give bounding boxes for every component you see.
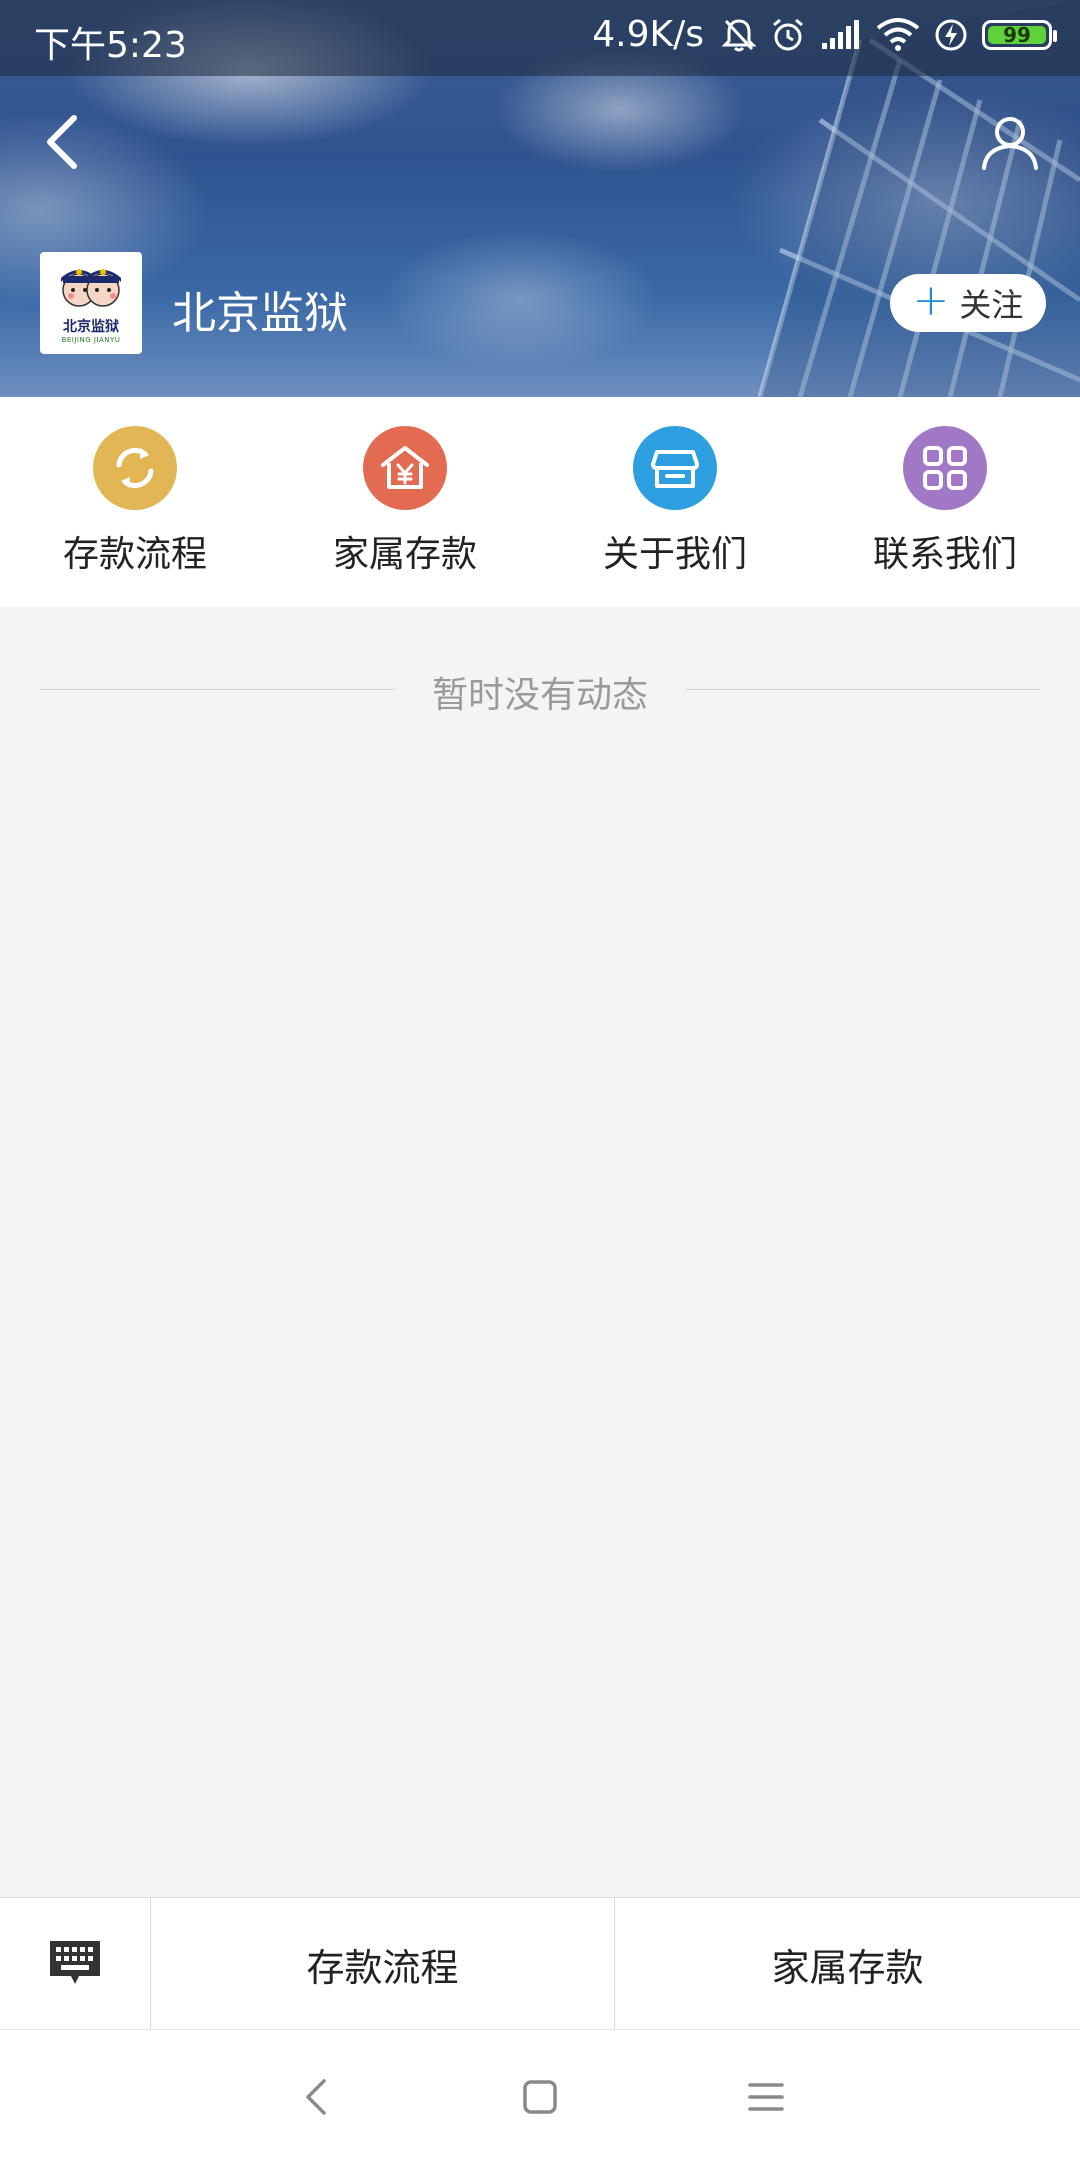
follow-label: 关注: [959, 286, 1024, 324]
keyboard-toggle-button[interactable]: [0, 1898, 151, 2030]
empty-feed-text: 暂时没有动态: [431, 675, 648, 716]
bottom-menu-bar: 存款流程 家属存款: [0, 1897, 1080, 2030]
user-profile-button[interactable]: [980, 112, 1040, 172]
charging-icon: [935, 19, 967, 50]
grid-icon: [903, 426, 987, 510]
signal-icon: [822, 19, 859, 49]
divider-line-right: [685, 689, 1040, 690]
bell-off-icon: [722, 18, 756, 51]
menu-button-deposit-process[interactable]: 存款流程: [151, 1898, 615, 2030]
account-logo: 北京监狱 BEIJING JIANYU: [40, 252, 142, 354]
battery-icon: 99: [982, 19, 1057, 50]
police-logo-icon: [61, 269, 121, 307]
nav-home-icon[interactable]: [518, 2075, 562, 2119]
status-time: 下午5:23: [34, 25, 187, 66]
header-banner: 下午5:23 4.9K/s 99 北京监狱 BEIJING JIANYU 北京监…: [0, 0, 1080, 397]
plus-icon: +: [912, 275, 950, 326]
system-navigation-bar: [0, 2030, 1080, 2160]
status-bar: 下午5:23 4.9K/s 99: [0, 0, 1080, 76]
wifi-icon: [876, 17, 920, 51]
network-speed: 4.9K/s: [592, 14, 704, 55]
logo-subtitle: BEIJING JIANYU: [61, 336, 121, 344]
alarm-icon: [773, 18, 803, 50]
page-title: 北京监狱: [172, 288, 348, 339]
quick-menu: 存款流程 家属存款 关于我们 联系我们: [0, 397, 1080, 607]
nav-menu-icon[interactable]: [744, 2075, 788, 2119]
store-icon: [633, 426, 717, 510]
quick-item-about-us[interactable]: 关于我们: [540, 397, 810, 607]
follow-button[interactable]: + 关注: [890, 274, 1046, 332]
empty-feed-divider: 暂时没有动态: [40, 666, 1040, 716]
menu-button-family-deposit[interactable]: 家属存款: [615, 1898, 1080, 2030]
quick-item-deposit-process[interactable]: 存款流程: [0, 397, 270, 607]
quick-label: 关于我们: [602, 534, 747, 575]
cycle-icon: [93, 426, 177, 510]
quick-label: 存款流程: [62, 534, 207, 575]
yen-house-icon: [363, 426, 447, 510]
logo-title: 北京监狱: [63, 319, 119, 335]
quick-label: 家属存款: [332, 534, 477, 575]
quick-item-contact-us[interactable]: 联系我们: [810, 397, 1080, 607]
quick-item-family-deposit[interactable]: 家属存款: [270, 397, 540, 607]
quick-label: 联系我们: [872, 534, 1017, 575]
nav-back-icon[interactable]: [296, 2075, 340, 2119]
keyboard-icon: [50, 1941, 100, 1984]
back-button[interactable]: [40, 112, 84, 172]
battery-level: 99: [1003, 22, 1031, 47]
